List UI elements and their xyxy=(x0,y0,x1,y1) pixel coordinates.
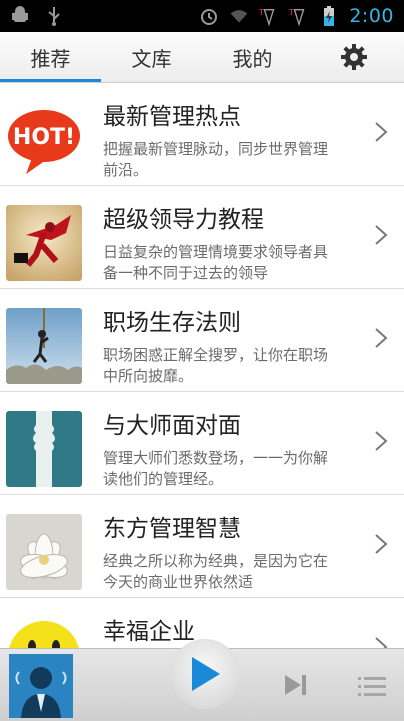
chevron-right-icon xyxy=(375,431,388,451)
play-icon xyxy=(192,657,220,691)
white-lotus-thumbnail xyxy=(6,514,82,590)
item-title: 东方管理智慧 xyxy=(103,516,241,542)
svg-text:HOT!: HOT! xyxy=(13,125,75,150)
item-title: 超级领导力教程 xyxy=(103,207,264,233)
chevron-right-icon xyxy=(375,225,388,245)
tab-bar: 推荐 文库 我的 xyxy=(0,32,404,83)
item-description: 日益复杂的管理情境要求领导者具备一种不同于过去的领导 xyxy=(103,243,329,282)
speaker-avatar[interactable] xyxy=(9,654,73,718)
chevron-right-icon xyxy=(375,328,388,348)
clock: 2:00 xyxy=(349,5,394,27)
svg-text:T: T xyxy=(259,7,265,17)
list-item[interactable]: 与大师面对面 管理大师们悉数登场，一一为你解读他们的管理经。 xyxy=(0,392,404,495)
list-item[interactable]: HOT! 最新管理热点 把握最新管理脉动，同步世界管理前沿。 xyxy=(0,83,404,186)
svg-text:T: T xyxy=(289,7,295,17)
playlist-icon[interactable] xyxy=(358,676,386,698)
tab-library[interactable]: 文库 xyxy=(101,32,202,82)
item-title: 幸福企业 xyxy=(103,619,195,645)
item-description: 职场困惑正解全搜罗，让你在职场中所向披靡。 xyxy=(103,346,329,385)
smiley-face-thumbnail xyxy=(6,617,82,648)
android-debug-icon xyxy=(10,6,30,26)
list-item[interactable]: 超级领导力教程 日益复杂的管理情境要求领导者具备一种不同于过去的领导 xyxy=(0,186,404,289)
item-description: 管理大师们悉数登场，一一为你解读他们的管理经。 xyxy=(103,449,329,488)
climbing-rope-man-thumbnail xyxy=(6,308,82,384)
audio-player-bar xyxy=(0,639,404,721)
list-item[interactable]: 东方管理智慧 经典之所以称为经典，是因为它在今天的商业世界依然适 xyxy=(0,495,404,598)
two-faces-silhouette-thumbnail xyxy=(6,411,82,487)
superhero-businessman-thumbnail xyxy=(6,205,82,281)
active-tab-indicator xyxy=(0,79,101,82)
item-description: 经典之所以称为经典，是因为它在今天的商业世界依然适 xyxy=(103,552,329,591)
gear-icon xyxy=(340,44,367,70)
battery-charging-icon xyxy=(319,6,339,26)
item-title: 职场生存法则 xyxy=(103,310,241,336)
wifi-icon xyxy=(229,6,249,26)
item-title: 与大师面对面 xyxy=(103,413,241,439)
item-title: 最新管理热点 xyxy=(103,104,241,130)
settings-button[interactable] xyxy=(303,32,404,82)
chevron-right-icon xyxy=(375,122,388,142)
tab-recommend[interactable]: 推荐 xyxy=(0,32,101,82)
chevron-right-icon xyxy=(375,637,388,648)
skip-next-icon[interactable] xyxy=(283,673,309,697)
status-bar: T T 2:00 xyxy=(0,0,404,32)
hot-badge-thumbnail: HOT! xyxy=(6,102,82,178)
signal-1-icon: T xyxy=(259,6,279,27)
alarm-icon xyxy=(199,6,219,26)
signal-2-icon: T xyxy=(289,6,309,27)
play-button[interactable] xyxy=(170,639,240,709)
list-item[interactable]: 职场生存法则 职场困惑正解全搜罗，让你在职场中所向披靡。 xyxy=(0,289,404,392)
chevron-right-icon xyxy=(375,534,388,554)
tab-mine[interactable]: 我的 xyxy=(202,32,303,82)
item-description: 把握最新管理脉动，同步世界管理前沿。 xyxy=(103,140,329,179)
topic-list: HOT! 最新管理热点 把握最新管理脉动，同步世界管理前沿。 超级领导力教程 日… xyxy=(0,83,404,648)
usb-icon xyxy=(44,6,64,26)
